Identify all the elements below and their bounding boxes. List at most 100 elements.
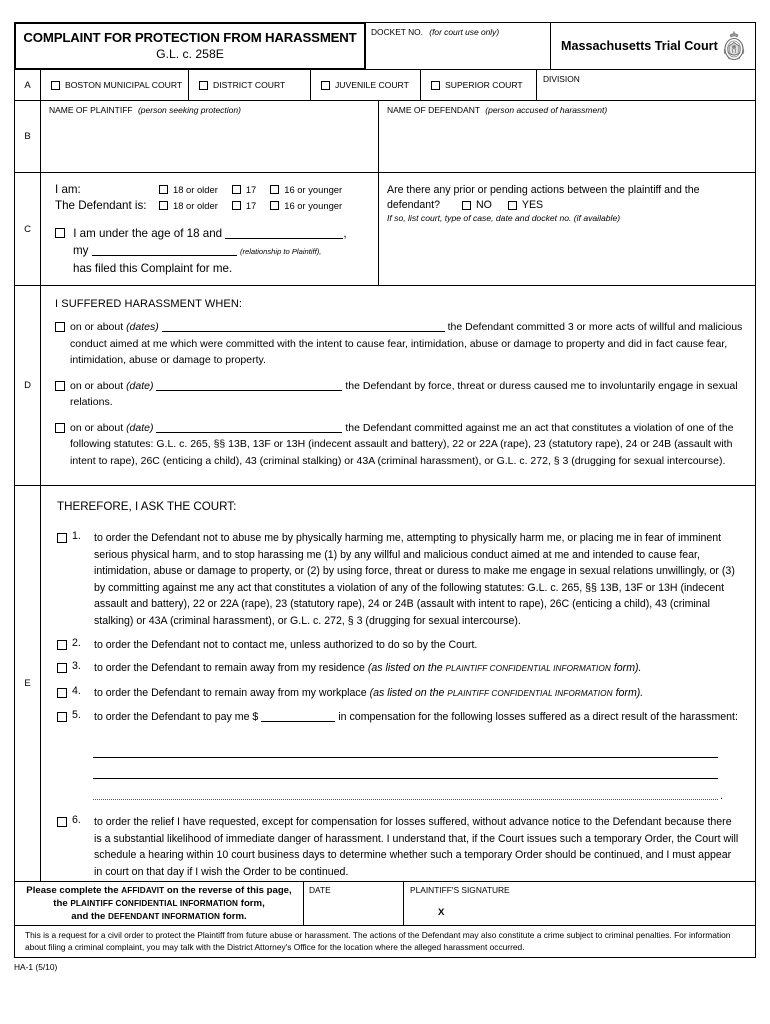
court-name-label: Massachusetts Trial Court — [561, 39, 718, 53]
checkbox-juvenile-court-icon[interactable] — [321, 80, 330, 90]
prior-actions-yes-label: YES — [521, 199, 544, 211]
form-identifier: HA-1 (5/10) — [14, 962, 58, 972]
prior-actions-yes-option[interactable]: YES — [507, 199, 544, 211]
harassment-allegation-1[interactable]: on or about (dates) the Defendant commit… — [55, 319, 743, 369]
defendant-age-option-label-2: 16 or younger — [284, 200, 343, 211]
plaintiff-signature-field[interactable]: PLAINTIFF'S SIGNATURE X — [404, 882, 755, 925]
losses-line-2[interactable] — [93, 758, 718, 779]
relief-request-2[interactable]: 2. to order the Defendant not to contact… — [57, 637, 741, 654]
checkbox-under-18-icon[interactable] — [55, 228, 65, 238]
allegation-3-date-blank[interactable] — [156, 431, 343, 433]
relief-request-1[interactable]: 1. to order the Defendant not to abuse m… — [57, 530, 741, 630]
relief-request-4[interactable]: 4. to order the Defendant to remain away… — [57, 685, 741, 703]
relief-4-note-post: form). — [612, 686, 644, 699]
court-form-page: COMPLAINT FOR PROTECTION FROM HARASSMENT… — [14, 22, 756, 972]
defendant-name-field[interactable]: NAME OF DEFENDANT (person accused of har… — [379, 101, 755, 172]
division-cell[interactable]: DIVISION — [537, 70, 755, 100]
court-option-district[interactable]: DISTRICT COURT — [189, 70, 311, 100]
harassment-allegation-3[interactable]: on or about (date) the Defendant committ… — [55, 420, 743, 470]
defendant-age-16-or-younger[interactable]: 16 or younger — [270, 200, 342, 211]
instruction-line-3: and the DEFENDANT INFORMATION form. — [71, 910, 246, 923]
court-option-label-2: JUVENILE COURT — [335, 80, 409, 90]
instruction-3-form: DEFENDANT INFORMATION — [108, 912, 221, 921]
checkbox-harassment-allegation-2-icon[interactable] — [55, 380, 65, 391]
plaintiff-age-16-or-younger[interactable]: 16 or younger — [270, 184, 342, 195]
under-18-block: I am under the age of 18 and , my (relat… — [55, 225, 378, 277]
losses-line-1[interactable] — [93, 737, 718, 758]
checkbox-superior-court-icon[interactable] — [431, 80, 440, 90]
instruction-line-1: Please complete the AFFIDAVIT on the rev… — [26, 884, 291, 897]
court-option-superior[interactable]: SUPERIOR COURT — [421, 70, 537, 100]
allegation-1-prefix: on or about — [70, 321, 124, 333]
prior-actions-answer-row: defendant? NO YES — [387, 199, 745, 211]
allegation-3-note: (date) — [126, 421, 154, 434]
checkbox-harassment-allegation-1-icon[interactable] — [55, 322, 65, 332]
allegation-2-date-blank[interactable] — [156, 389, 343, 391]
docket-number-cell[interactable]: DOCKET NO. (for court use only) — [366, 22, 551, 70]
relief-request-5-number: 5. — [72, 709, 81, 722]
checkbox-relief-request-6-icon[interactable] — [57, 816, 67, 827]
date-field[interactable]: DATE — [304, 882, 404, 925]
form-title-line1: COMPLAINT FOR PROTECTION FROM HARASSMENT — [23, 30, 357, 45]
prior-actions-question-line1: Are there any prior or pending actions b… — [387, 184, 700, 196]
checkbox-relief-request-2-icon[interactable] — [57, 639, 67, 650]
losses-line-3[interactable] — [93, 779, 723, 802]
checkbox-plaintiff-16-or-younger-icon[interactable] — [270, 185, 280, 194]
checkbox-defendant-17-icon[interactable] — [231, 201, 241, 210]
checkbox-boston-municipal-court-icon[interactable] — [51, 80, 60, 90]
completion-instructions: Please complete the AFFIDAVIT on the rev… — [15, 882, 304, 925]
plaintiff-age-option-label-2: 16 or younger — [284, 184, 343, 195]
checkbox-prior-actions-no-icon[interactable] — [462, 200, 472, 210]
under-18-relationship-blank[interactable] — [91, 255, 237, 256]
checkbox-defendant-16-or-younger-icon[interactable] — [270, 201, 280, 210]
form-title-line2: G.L. c. 258E — [156, 47, 224, 61]
checkbox-plaintiff-17-icon[interactable] — [231, 185, 241, 194]
relief-request-6-number: 6. — [72, 813, 81, 826]
section-e-body: THEREFORE, I ASK THE COURT: 1. to order … — [41, 486, 755, 881]
prior-actions-no-option[interactable]: NO — [462, 199, 492, 211]
checkbox-plaintiff-18-or-older-icon[interactable] — [159, 185, 168, 194]
plaintiff-name-field[interactable]: NAME OF PLAINTIFF (person seeking protec… — [41, 101, 379, 172]
plaintiff-age-18-or-older[interactable]: 18 or older — [159, 184, 218, 195]
checkbox-relief-request-5-icon[interactable] — [57, 712, 67, 723]
instruction-1-post: on the reverse of this page, — [164, 885, 292, 896]
form-header: COMPLAINT FOR PROTECTION FROM HARASSMENT… — [14, 22, 756, 70]
date-label: DATE — [309, 885, 331, 895]
allegation-1-dates-blank[interactable] — [161, 331, 445, 332]
relief-request-3[interactable]: 3. to order the Defendant to remain away… — [57, 660, 741, 678]
court-option-label-3: SUPERIOR COURT — [445, 80, 523, 90]
plaintiff-age-17[interactable]: 17 — [231, 184, 256, 195]
checkbox-relief-request-4-icon[interactable] — [57, 687, 67, 698]
harassment-allegation-3-text: on or about (date) the Defendant committ… — [70, 420, 743, 470]
plaintiff-name-note: (person seeking protection) — [137, 105, 241, 115]
checkbox-relief-request-1-icon[interactable] — [57, 533, 67, 543]
under-18-line1-row[interactable]: I am under the age of 18 and , — [55, 225, 378, 242]
defendant-age-label: The Defendant is: — [55, 199, 147, 212]
instruction-1-affidavit: AFFIDAVIT — [121, 886, 165, 895]
court-option-boston-municipal[interactable]: BOSTON MUNICIPAL COURT — [41, 70, 189, 100]
relief-request-5[interactable]: 5. to order the Defendant to pay me $ in … — [57, 709, 741, 726]
relief-request-1-text: to order the Defendant not to abuse me b… — [94, 532, 735, 627]
relief-request-6[interactable]: 6. to order the relief I have requested,… — [57, 814, 741, 880]
instruction-2-form: PLAINTIFF CONFIDENTIAL INFORMATION — [70, 899, 239, 908]
checkbox-defendant-18-or-older-icon[interactable] — [159, 201, 168, 210]
relief-3-note-pre: (as listed on the — [367, 662, 446, 675]
defendant-age-17[interactable]: 17 — [231, 200, 256, 211]
court-option-juvenile[interactable]: JUVENILE COURT — [311, 70, 421, 100]
checkbox-harassment-allegation-3-icon[interactable] — [55, 422, 65, 433]
under-18-guardian-name-blank[interactable] — [225, 238, 344, 239]
checkbox-district-court-icon[interactable] — [199, 80, 208, 90]
signature-x-mark: X — [438, 907, 445, 918]
court-name-cell: Massachusetts Trial Court — [551, 22, 756, 70]
checkbox-relief-request-3-icon[interactable] — [57, 663, 67, 674]
harassment-allegation-2-text: on or about (date) the Defendant by forc… — [70, 378, 743, 411]
defendant-age-18-or-older[interactable]: 18 or older — [159, 200, 218, 211]
relief-5-amount-blank[interactable] — [261, 721, 336, 723]
allegation-1-body: the Defendant committed 3 or more acts o… — [70, 321, 743, 366]
relief-5-text-post: in compensation for the following losses… — [338, 711, 738, 724]
section-letter-a: A — [15, 70, 41, 100]
harassment-allegation-2[interactable]: on or about (date) the Defendant by forc… — [55, 378, 743, 411]
defendant-age-option-label-0: 18 or older — [173, 200, 218, 211]
checkbox-prior-actions-yes-icon[interactable] — [507, 200, 517, 210]
defendant-age-row: The Defendant is: 18 or older 17 16 or y… — [55, 199, 378, 212]
